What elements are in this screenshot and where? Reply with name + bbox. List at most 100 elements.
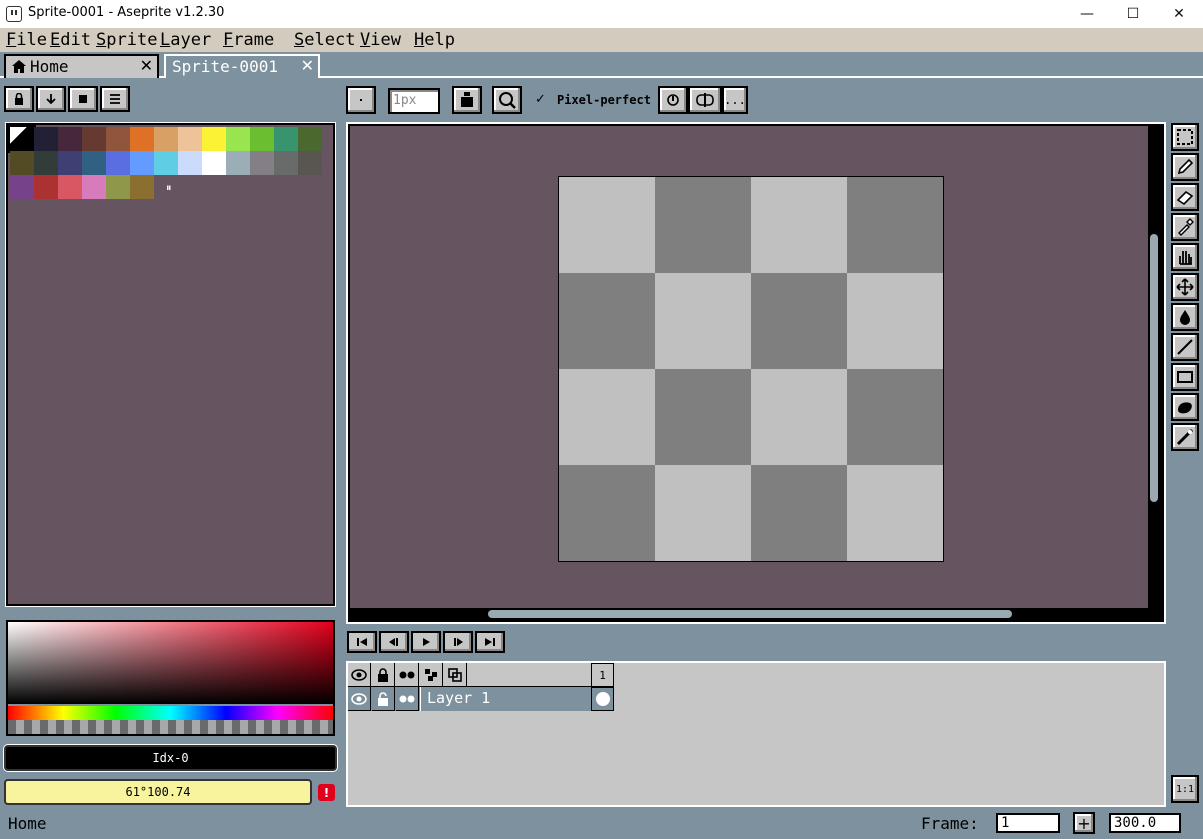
brush-type-button[interactable] bbox=[346, 86, 376, 114]
line-tool[interactable] bbox=[1171, 333, 1199, 361]
palette-swatch[interactable] bbox=[82, 151, 106, 175]
symmetry-button[interactable] bbox=[688, 86, 722, 114]
palette-swatch[interactable] bbox=[82, 127, 106, 151]
minimize-button[interactable]: — bbox=[1064, 0, 1110, 28]
lock-header-icon[interactable] bbox=[372, 663, 395, 687]
layer-name[interactable]: Layer 1 bbox=[420, 687, 590, 711]
palette-swatch[interactable] bbox=[34, 151, 58, 175]
canvas-background[interactable] bbox=[350, 126, 1148, 608]
layers-header-icon[interactable] bbox=[444, 663, 467, 687]
hand-tool[interactable] bbox=[1171, 243, 1199, 271]
layer-visibility-eye-icon[interactable] bbox=[348, 687, 371, 711]
previous-frame-button[interactable] bbox=[379, 631, 409, 653]
palette-swatch[interactable] bbox=[130, 151, 154, 175]
palette-swatch[interactable] bbox=[58, 127, 82, 151]
timeline-panel[interactable]: 1 Layer 1 bbox=[346, 661, 1166, 807]
palette-swatch[interactable] bbox=[274, 151, 298, 175]
menu-file[interactable]: File bbox=[6, 30, 47, 50]
add-frame-button[interactable]: + bbox=[1073, 812, 1095, 834]
palette-swatch[interactable] bbox=[298, 151, 322, 175]
lock-palette-button[interactable] bbox=[4, 86, 34, 112]
blur-tool[interactable] bbox=[1171, 423, 1199, 451]
palette-swatch[interactable] bbox=[106, 127, 130, 151]
palette-swatch[interactable] bbox=[250, 151, 274, 175]
eraser-tool[interactable] bbox=[1171, 183, 1199, 211]
palette-swatch[interactable] bbox=[130, 127, 154, 151]
palette-swatch[interactable] bbox=[106, 175, 130, 199]
palette-swatch[interactable] bbox=[10, 151, 34, 175]
move-tool[interactable] bbox=[1171, 273, 1199, 301]
alpha-slider[interactable] bbox=[8, 720, 333, 734]
frame-number-input[interactable]: 1 bbox=[996, 813, 1060, 833]
more-options-button[interactable]: ... bbox=[722, 86, 748, 114]
palette-swatch[interactable] bbox=[58, 175, 82, 199]
palette-options-button[interactable] bbox=[100, 86, 130, 112]
horizontal-scrollbar[interactable] bbox=[488, 610, 1012, 618]
color-spectrum-picker[interactable] bbox=[6, 620, 335, 736]
paint-bucket-tool[interactable] bbox=[1171, 303, 1199, 331]
contour-tool[interactable] bbox=[1171, 393, 1199, 421]
rectangle-tool[interactable] bbox=[1171, 363, 1199, 391]
hue-slider[interactable] bbox=[8, 706, 333, 720]
zoom-input[interactable]: 300.0 bbox=[1109, 813, 1181, 833]
palette-swatch[interactable] bbox=[34, 127, 58, 151]
menu-edit[interactable]: Edit bbox=[50, 30, 91, 50]
menu-layer[interactable]: Layer bbox=[160, 30, 211, 50]
color-value-field[interactable]: 61°100.74 bbox=[4, 779, 312, 805]
continuous-header-icon[interactable] bbox=[396, 663, 419, 687]
frame-header[interactable]: 1 bbox=[591, 663, 614, 687]
rectangular-marquee-tool[interactable] bbox=[1171, 123, 1199, 151]
palette-swatch[interactable] bbox=[10, 175, 34, 199]
palette-swatch[interactable] bbox=[274, 127, 298, 151]
palette-swatch[interactable] bbox=[178, 151, 202, 175]
ink-opacity-button[interactable] bbox=[492, 86, 522, 114]
next-frame-button[interactable] bbox=[443, 631, 473, 653]
palette-swatch[interactable] bbox=[34, 175, 58, 199]
palette-swatch[interactable] bbox=[130, 175, 154, 199]
pixel-perfect-checkbox[interactable]: ✓ bbox=[535, 92, 546, 107]
tab-home[interactable]: Home ✕ bbox=[4, 54, 159, 78]
zoom-reset-button[interactable]: 1:1 bbox=[1171, 775, 1199, 803]
layer-continuous-icon[interactable] bbox=[396, 687, 419, 711]
tab-sprite-close-icon[interactable]: ✕ bbox=[301, 56, 314, 75]
menu-select[interactable]: Select bbox=[294, 30, 355, 50]
stabilizer-button[interactable] bbox=[658, 86, 688, 114]
warning-icon[interactable]: ! bbox=[318, 784, 335, 801]
palette-swatch[interactable] bbox=[226, 151, 250, 175]
last-frame-button[interactable] bbox=[475, 631, 505, 653]
palette-swatch[interactable] bbox=[226, 127, 250, 151]
eyedropper-tool[interactable] bbox=[1171, 213, 1199, 241]
sort-palette-button[interactable] bbox=[36, 86, 66, 112]
vertical-scrollbar[interactable] bbox=[1150, 234, 1158, 502]
pencil-tool[interactable] bbox=[1171, 153, 1199, 181]
ink-type-button[interactable] bbox=[452, 86, 482, 114]
palette-swatch[interactable] bbox=[202, 127, 226, 151]
sprite-canvas[interactable] bbox=[558, 176, 944, 562]
palette-swatch[interactable] bbox=[154, 127, 178, 151]
editor-viewport[interactable] bbox=[346, 122, 1166, 624]
maximize-button[interactable]: ☐ bbox=[1110, 0, 1156, 28]
palette-swatch[interactable] bbox=[82, 175, 106, 199]
palette-swatch[interactable] bbox=[178, 127, 202, 151]
play-button[interactable] bbox=[411, 631, 441, 653]
menu-help[interactable]: Help bbox=[414, 30, 455, 50]
palette-swatch[interactable] bbox=[250, 127, 274, 151]
palette-swatch[interactable] bbox=[154, 151, 178, 175]
first-frame-button[interactable] bbox=[347, 631, 377, 653]
tab-sprite-0001[interactable]: Sprite-0001 ✕ bbox=[164, 54, 320, 78]
palette-swatch[interactable] bbox=[106, 151, 130, 175]
visibility-header-eye-icon[interactable] bbox=[348, 663, 371, 687]
onion-skin-header-icon[interactable] bbox=[420, 663, 443, 687]
saturation-value-area[interactable] bbox=[8, 622, 333, 704]
color-index-field[interactable]: Idx-0 bbox=[4, 745, 337, 771]
tab-home-close-icon[interactable]: ✕ bbox=[140, 56, 153, 75]
palette-presets-button[interactable] bbox=[68, 86, 98, 112]
menu-sprite[interactable]: Sprite bbox=[96, 30, 157, 50]
palette-swatch[interactable] bbox=[298, 127, 322, 151]
palette-swatch[interactable] bbox=[8, 125, 36, 153]
cel-frame-1[interactable] bbox=[591, 687, 614, 711]
menu-view[interactable]: View bbox=[360, 30, 401, 50]
palette-swatch[interactable] bbox=[58, 151, 82, 175]
brush-size-input[interactable]: 1px bbox=[388, 88, 440, 114]
palette-swatch[interactable] bbox=[202, 151, 226, 175]
